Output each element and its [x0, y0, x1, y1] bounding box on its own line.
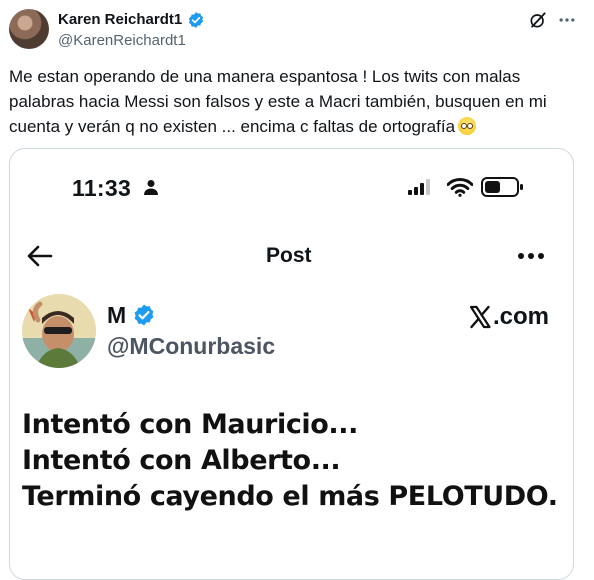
quoted-author-name: M: [107, 302, 127, 328]
grok-icon[interactable]: [528, 10, 548, 30]
cellular-signal-icon: [408, 179, 430, 195]
face-with-rolling-eyes-icon: [458, 117, 477, 135]
battery-icon: [481, 177, 523, 197]
person-icon: [144, 180, 158, 195]
tweet-media-image[interactable]: 11:33 Post M @MConurbasic .com Intentó c…: [9, 148, 574, 580]
x-com-label: .com: [493, 303, 550, 330]
author-name[interactable]: Karen Reichardt1: [58, 10, 182, 30]
back-arrow-icon[interactable]: [27, 243, 53, 269]
author-name-row: Karen Reichardt1: [58, 10, 205, 30]
more-horizontal-icon[interactable]: [516, 245, 546, 267]
quoted-author-avatar: [22, 294, 96, 368]
x-com-watermark: .com: [468, 303, 549, 331]
verified-badge-icon: [189, 12, 204, 28]
wifi-icon: [447, 178, 473, 197]
author-handle[interactable]: @KarenReichardt1: [58, 31, 186, 51]
more-horizontal-icon[interactable]: [557, 10, 577, 30]
post-nav-title: Post: [266, 244, 312, 267]
quoted-post-text: Intentó con Mauricio... Intentó con Albe…: [22, 407, 562, 515]
quoted-line-1: Intentó con Mauricio...: [22, 409, 358, 440]
tweet-header: Karen Reichardt1 @KarenReichardt1: [0, 0, 594, 60]
author-avatar[interactable]: [9, 9, 49, 49]
verified-badge-icon: [134, 304, 154, 326]
quoted-line-3: Terminó cayendo el más PELOTUDO.: [22, 481, 558, 512]
x-logo-icon: [469, 305, 491, 329]
cartoon-portrait-icon: [22, 294, 96, 368]
status-bar-time: 11:33: [72, 175, 132, 201]
quoted-line-2: Intentó con Alberto...: [22, 445, 341, 476]
quoted-author-handle: @MConurbasic: [107, 333, 276, 359]
tweet-text: Me estan operando de una manera espantos…: [9, 64, 569, 139]
quoted-author-name-row: M: [107, 301, 156, 329]
